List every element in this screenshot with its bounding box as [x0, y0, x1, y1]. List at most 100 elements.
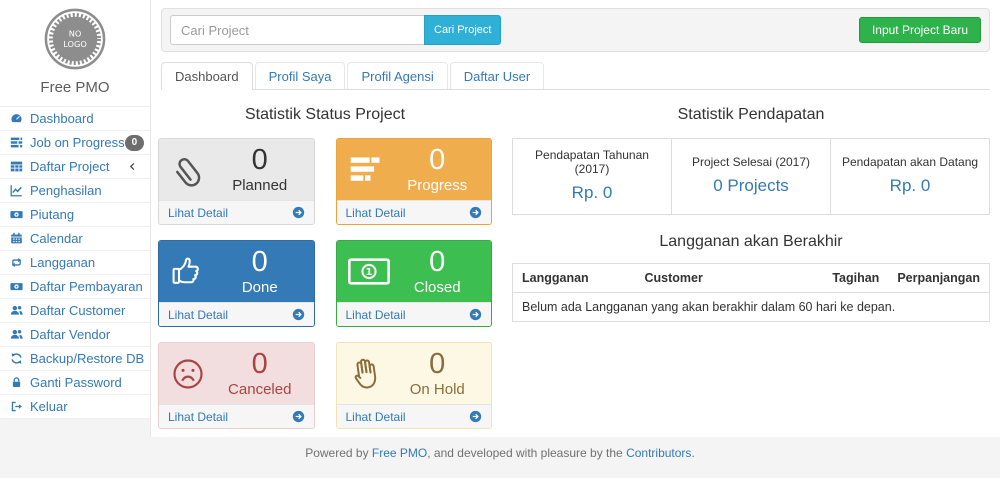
arrow-circle-right-icon — [292, 206, 305, 219]
money-icon — [8, 280, 24, 293]
card-count: 0 — [394, 350, 482, 379]
card-count: 0 — [216, 146, 304, 175]
logo-text-line2: LOGO — [63, 39, 87, 49]
sidebar-item-label: Daftar Project — [30, 159, 109, 174]
column-header: Customer — [636, 264, 824, 293]
brand-name: Free PMO — [0, 79, 150, 96]
planned-detail-link[interactable]: Lihat Detail — [159, 200, 314, 224]
sidebar-item-langganan[interactable]: Langganan — [0, 251, 150, 275]
column-header: Tagihan — [823, 264, 888, 293]
arrow-circle-right-icon — [292, 410, 305, 423]
sidebar-item-piutang[interactable]: Piutang — [0, 203, 150, 227]
sidebar-item-calendar[interactable]: Calendar — [0, 227, 150, 251]
search-panel: Cari Project Input Project Baru — [161, 8, 990, 52]
card-count: 0 — [216, 248, 304, 277]
status-card-onhold: 0 On Hold Lihat Detail — [336, 342, 493, 429]
subscription-section-title: Langganan akan Berakhir — [512, 233, 990, 251]
status-card-planned: 0 Planned Lihat Detail — [158, 138, 315, 225]
dashboard-content: Statistik Status Project 0 Planned Lihat… — [151, 90, 1000, 429]
main-panel: Cari Project Input Project Baru Dashboar… — [150, 0, 1000, 437]
onhold-detail-link[interactable]: Lihat Detail — [337, 404, 492, 428]
sidebar-item-label: Daftar Vendor — [30, 327, 110, 342]
tab-daftar-user[interactable]: Daftar User — [450, 62, 544, 89]
no-logo-seal-icon: NO LOGO — [44, 8, 106, 70]
sidebar-item-keluar[interactable]: Keluar — [0, 395, 150, 419]
sidebar-item-label: Ganti Password — [30, 375, 122, 390]
card-label: On Hold — [394, 381, 482, 398]
footer-link-contributors[interactable]: Contributors — [626, 446, 691, 460]
tasks-icon — [8, 136, 24, 149]
money-icon: 1 — [348, 258, 394, 285]
paperclip-icon — [170, 151, 216, 189]
footer-text: , and developed with pleasure by the — [427, 446, 626, 460]
card-count: 0 — [216, 350, 304, 379]
column-header: Perpanjangan — [888, 264, 989, 293]
calendar-icon — [8, 232, 24, 245]
sidebar-item-backup-restore[interactable]: Backup/Restore DB — [0, 347, 150, 371]
arrow-circle-right-icon — [292, 308, 305, 321]
new-project-button[interactable]: Input Project Baru — [859, 17, 981, 43]
tab-bar: Dashboard Profil Saya Profil Agensi Daft… — [161, 62, 990, 90]
card-label: Closed — [394, 279, 482, 296]
stat-value: 0 Projects — [678, 176, 824, 196]
income-section-title: Statistik Pendapatan — [512, 106, 990, 124]
table-icon — [8, 160, 24, 173]
footer-text: Powered by — [305, 446, 372, 460]
sidebar-item-label: Backup/Restore DB — [30, 351, 144, 366]
sidebar: NO LOGO Free PMO Dashboard Job on Progre… — [0, 0, 150, 418]
sidebar-item-daftar-customer[interactable]: Daftar Customer — [0, 299, 150, 323]
column-header: Langganan — [513, 264, 636, 293]
status-card-progress: 0 Progress Lihat Detail — [336, 138, 493, 225]
sidebar-item-job-on-progress[interactable]: Job on Progress 0 — [0, 131, 150, 155]
sidebar-item-ganti-password[interactable]: Ganti Password — [0, 371, 150, 395]
stat-label: Project Selesai (2017) — [678, 155, 824, 169]
progress-detail-link[interactable]: Lihat Detail — [337, 200, 492, 224]
tab-dashboard[interactable]: Dashboard — [161, 62, 253, 90]
status-card-done: 0 Done Lihat Detail — [158, 240, 315, 327]
sidebar-item-daftar-vendor[interactable]: Daftar Vendor — [0, 323, 150, 347]
sidebar-item-label: Piutang — [30, 207, 74, 222]
frown-icon — [170, 356, 216, 392]
sidebar-item-label: Calendar — [30, 231, 83, 246]
canceled-detail-link[interactable]: Lihat Detail — [159, 404, 314, 428]
empty-message: Belum ada Langganan yang akan berakhir d… — [513, 293, 990, 322]
sidebar-item-daftar-project[interactable]: Daftar Project — [0, 155, 150, 179]
line-chart-icon — [8, 184, 24, 197]
sidebar-item-label: Keluar — [30, 399, 68, 414]
page-footer: Powered by Free PMO, and developed with … — [0, 446, 1000, 460]
sidebar-item-daftar-pembayaran[interactable]: Daftar Pembayaran — [0, 275, 150, 299]
money-icon — [8, 208, 24, 221]
stat-cell: Project Selesai (2017) 0 Projects — [672, 139, 831, 215]
refresh-icon — [8, 352, 24, 365]
tab-profil-agensi[interactable]: Profil Agensi — [347, 62, 447, 89]
sidebar-item-penghasilan[interactable]: Penghasilan — [0, 179, 150, 203]
stat-label: Pendapatan akan Datang — [837, 155, 983, 169]
done-detail-link[interactable]: Lihat Detail — [159, 302, 314, 326]
status-section: Statistik Status Project 0 Planned Lihat… — [158, 94, 492, 429]
users-icon — [8, 328, 24, 341]
stat-cell: Pendapatan akan Datang Rp. 0 — [831, 139, 990, 215]
sign-out-icon — [8, 400, 24, 413]
sidebar-item-label: Dashboard — [30, 111, 94, 126]
sidebar-item-dashboard[interactable]: Dashboard — [0, 107, 150, 131]
closed-detail-link[interactable]: Lihat Detail — [337, 302, 492, 326]
app-logo: NO LOGO Free PMO — [0, 0, 150, 96]
card-count: 0 — [394, 146, 482, 175]
users-icon — [8, 304, 24, 317]
status-cards-grid: 0 Planned Lihat Detail 0 Progre — [158, 138, 492, 429]
footer-link-free-pmo[interactable]: Free PMO — [372, 446, 427, 460]
income-stats-table: Pendapatan Tahunan (2017) Rp. 0 Project … — [512, 138, 990, 215]
stat-label: Pendapatan Tahunan (2017) — [519, 148, 665, 176]
search-button[interactable]: Cari Project — [424, 15, 501, 45]
status-section-title: Statistik Status Project — [158, 106, 492, 124]
search-input[interactable] — [170, 15, 424, 45]
svg-text:1: 1 — [365, 267, 372, 278]
card-count: 0 — [394, 248, 482, 277]
hand-paper-icon — [348, 356, 394, 392]
sidebar-menu: Dashboard Job on Progress 0 Daftar Proje… — [0, 106, 150, 419]
card-label: Progress — [394, 177, 482, 194]
sidebar-item-label: Langganan — [30, 255, 95, 270]
status-card-canceled: 0 Canceled Lihat Detail — [158, 342, 315, 429]
footer-text: . — [691, 446, 694, 460]
tab-profil-saya[interactable]: Profil Saya — [255, 62, 346, 89]
